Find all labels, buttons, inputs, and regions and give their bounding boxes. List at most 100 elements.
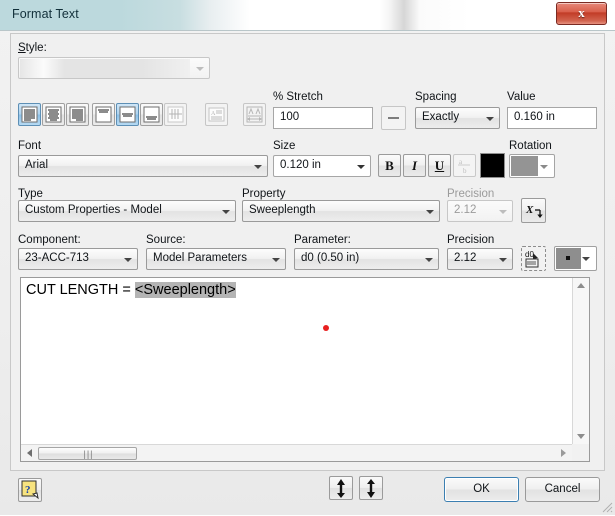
svg-text:?: ?	[25, 484, 31, 496]
align-left-button[interactable]	[18, 103, 41, 126]
spacing-combo[interactable]: Exactly	[415, 107, 500, 129]
bold-button[interactable]: B	[378, 154, 401, 177]
scroll-thumb-grip: |||	[83, 449, 94, 459]
value-input-value: 0.160 in	[514, 111, 555, 123]
underline-button[interactable]: U	[428, 154, 451, 177]
valign-top-icon	[95, 106, 112, 123]
align-center-icon	[45, 106, 62, 123]
ok-button[interactable]: OK	[444, 477, 519, 502]
editor-vertical-scrollbar[interactable]	[572, 278, 589, 444]
chevron-down-icon	[425, 258, 433, 262]
property-value: Sweeplength	[249, 204, 316, 216]
style-label: Style:	[18, 42, 47, 54]
triangle-left-icon	[27, 449, 32, 457]
italic-button[interactable]: I	[403, 154, 426, 177]
insert-variable-button[interactable]: X	[521, 198, 546, 223]
align-left-icon	[21, 106, 38, 123]
scroll-up-button[interactable]	[573, 278, 589, 294]
editor-text-prefix: CUT LENGTH =	[26, 282, 135, 298]
insert-parameter-icon: d0	[525, 250, 539, 268]
source-combo[interactable]: Model Parameters	[146, 248, 286, 270]
svg-text:A: A	[211, 111, 216, 117]
size-value: 0.120 in	[280, 159, 321, 171]
help-button[interactable]: ?	[18, 478, 42, 502]
property-combo[interactable]: Sweeplength	[242, 200, 440, 222]
component-combo[interactable]: 23-ACC-713	[18, 248, 138, 270]
valign-middle-button[interactable]	[116, 103, 139, 126]
scroll-right-button[interactable]	[556, 445, 572, 461]
rotation-swatch	[511, 156, 538, 176]
symbol-swatch	[556, 248, 581, 269]
scroll-down-button[interactable]	[573, 428, 589, 444]
fraction-icon: a b	[458, 158, 470, 175]
editor-horizontal-scrollbar[interactable]: |||	[21, 444, 572, 461]
value-input[interactable]: 0.160 in	[507, 107, 597, 129]
spacing-label: Spacing	[415, 91, 457, 103]
text-editor[interactable]: CUT LENGTH = <Sweeplength> |||	[20, 277, 590, 462]
valign-top-button[interactable]	[92, 103, 115, 126]
chevron-down-icon	[499, 210, 507, 214]
parameter-combo[interactable]: d0 (0.50 in)	[294, 248, 439, 270]
font-value: Arial	[25, 159, 49, 171]
fit-text-button[interactable]	[243, 103, 266, 126]
spacing-separator-button[interactable]	[381, 106, 406, 130]
precision-top-value: 2.12	[454, 204, 477, 216]
font-combo[interactable]: Arial	[18, 155, 268, 177]
text-properties-icon: A	[208, 107, 225, 122]
align-center-button[interactable]	[42, 103, 65, 126]
align-right-icon	[69, 106, 86, 123]
insert-variable-icon: X	[525, 204, 543, 218]
editor-text-line: CUT LENGTH = <Sweeplength>	[26, 282, 236, 298]
horizontal-scroll-thumb[interactable]: |||	[38, 447, 137, 460]
parameter-label: Parameter:	[294, 234, 351, 246]
source-value: Model Parameters	[153, 252, 247, 264]
window-title: Format Text	[12, 7, 79, 21]
precision-top-label: Precision	[447, 188, 495, 200]
text-editor-canvas[interactable]: CUT LENGTH = <Sweeplength>	[21, 278, 572, 444]
editor-text-selection: <Sweeplength>	[134, 282, 236, 298]
source-label: Source:	[146, 234, 186, 246]
triangle-down-icon	[577, 434, 585, 439]
help-icon: ?	[21, 480, 39, 500]
triangle-up-icon	[577, 283, 585, 288]
fraction-button[interactable]: a b	[453, 154, 476, 177]
cancel-button[interactable]: Cancel	[525, 477, 600, 502]
value-label: Value	[507, 91, 536, 103]
scroll-left-button[interactable]	[21, 445, 37, 461]
valign-bottom-button[interactable]	[140, 103, 163, 126]
rotation-combo[interactable]	[509, 154, 555, 178]
style-combo[interactable]	[18, 57, 210, 79]
align-right-button[interactable]	[66, 103, 89, 126]
component-value: 23-ACC-713	[25, 252, 89, 264]
precision-bottom-combo[interactable]: 2.12	[447, 248, 513, 270]
resize-grip[interactable]	[601, 501, 613, 513]
spacing-value: Exactly	[422, 111, 460, 123]
red-dot-marker	[323, 325, 329, 331]
text-properties-button[interactable]: A	[205, 103, 228, 126]
chevron-down-icon	[499, 258, 507, 262]
stretch-input[interactable]: 100	[273, 107, 373, 129]
close-button[interactable]: x	[556, 2, 607, 25]
fit-text-icon	[246, 106, 263, 123]
close-icon: x	[578, 5, 585, 20]
triangle-right-icon	[561, 449, 566, 457]
size-combo[interactable]: 0.120 in	[273, 155, 371, 177]
chevron-down-icon	[540, 165, 548, 169]
chevron-down-icon	[222, 210, 230, 214]
insert-parameter-button[interactable]: d0	[521, 246, 546, 271]
stretch-value: 100	[280, 111, 300, 123]
distribute-button[interactable]	[164, 103, 187, 126]
symbol-picker-combo[interactable]	[554, 246, 597, 271]
title-bar: Format Text x	[0, 0, 615, 31]
chevron-down-icon	[357, 165, 365, 169]
chevron-down-icon	[124, 258, 132, 262]
precision-bottom-value: 2.12	[454, 252, 477, 264]
type-combo[interactable]: Custom Properties - Model	[18, 200, 236, 222]
text-color-swatch[interactable]	[480, 153, 505, 178]
scrollbar-corner	[572, 444, 589, 461]
move-down-button[interactable]	[359, 476, 383, 500]
move-up-button[interactable]	[329, 476, 353, 500]
arrow-down-bar-icon	[367, 479, 375, 498]
precision-bottom-label: Precision	[447, 234, 495, 246]
precision-top-combo[interactable]: 2.12	[447, 200, 513, 222]
